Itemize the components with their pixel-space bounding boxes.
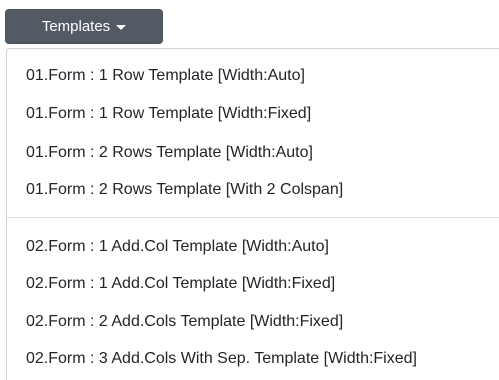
menu-item[interactable]: 01.Form : 1 Row Template [Width:Auto]: [26, 66, 305, 86]
menu-item[interactable]: 01.Form : 2 Rows Template [Width:Auto]: [26, 143, 313, 163]
templates-button[interactable]: Templates: [5, 9, 163, 44]
menu-item[interactable]: 01.Form : 1 Row Template [Width:Fixed]: [26, 104, 311, 124]
menu-item[interactable]: 01.Form : 2 Rows Template [With 2 Colspa…: [26, 180, 343, 200]
templates-button-label: Templates: [41, 18, 111, 35]
menu-item[interactable]: 02.Form : 1 Add.Col Template [Width:Auto…: [26, 237, 329, 257]
menu-item[interactable]: 02.Form : 1 Add.Col Template [Width:Fixe…: [26, 274, 335, 294]
menu-divider: [7, 217, 499, 218]
caret-down-icon: [116, 24, 127, 30]
templates-menu: 01.Form : 1 Row Template [Width:Auto] 01…: [6, 48, 499, 380]
menu-item[interactable]: 02.Form : 3 Add.Cols With Sep. Template …: [26, 349, 417, 369]
menu-item[interactable]: 02.Form : 2 Add.Cols Template [Width:Fix…: [26, 312, 343, 332]
templates-dropdown: Templates 01.Form : 1 Row Template [Widt…: [0, 0, 499, 380]
